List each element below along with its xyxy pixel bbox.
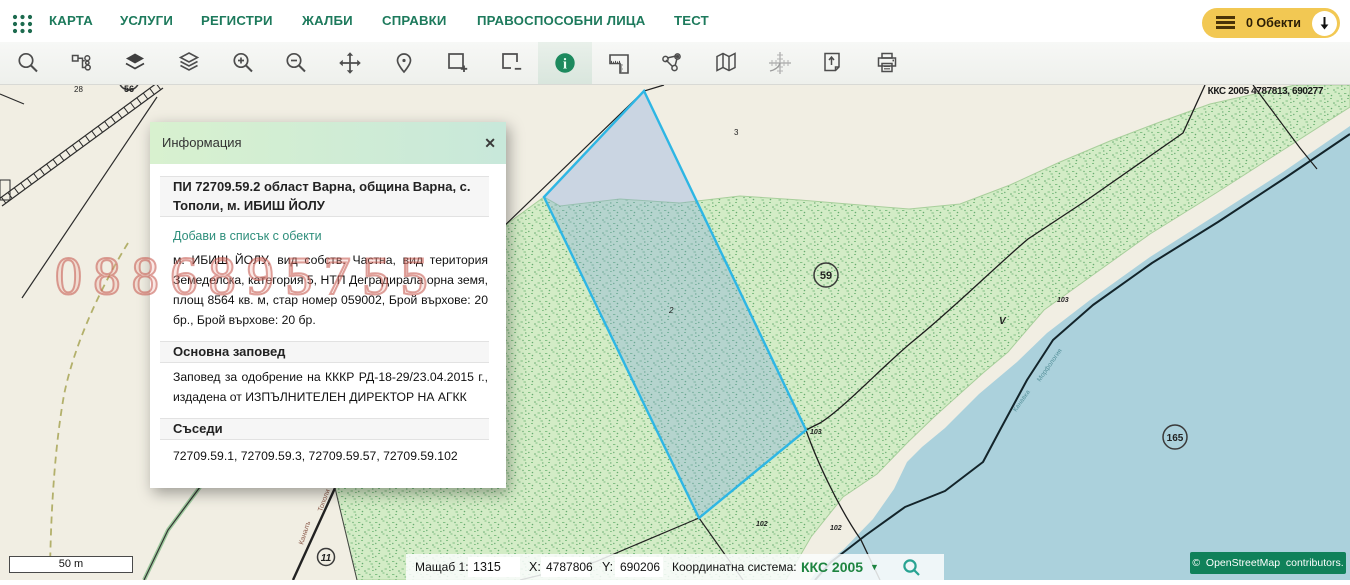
svg-text:102: 102 (830, 525, 842, 532)
svg-text:165: 165 (1167, 433, 1184, 444)
svg-text:59: 59 (820, 270, 832, 282)
svg-text:11: 11 (321, 553, 332, 564)
svg-text:102: 102 (756, 521, 768, 528)
svg-text:3: 3 (734, 128, 739, 137)
svg-text:103: 103 (810, 429, 822, 436)
svg-text:i: i (563, 57, 567, 73)
svg-text:103: 103 (1057, 297, 1069, 304)
svg-text:56: 56 (124, 84, 134, 94)
svg-text:2: 2 (668, 306, 674, 315)
svg-text:28: 28 (74, 85, 83, 94)
